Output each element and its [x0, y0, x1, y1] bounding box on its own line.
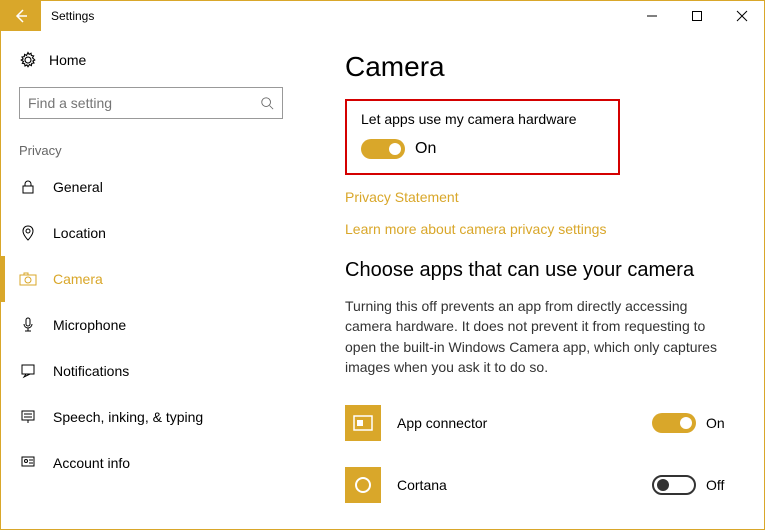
- lock-icon: [19, 179, 37, 195]
- description-text: Turning this off prevents an app from di…: [345, 296, 725, 377]
- master-toggle-state: On: [415, 140, 436, 158]
- sidebar-item-label: Account info: [53, 455, 130, 471]
- home-button[interactable]: Home: [1, 41, 301, 87]
- app-toggle-state: On: [706, 415, 734, 431]
- home-label: Home: [49, 52, 86, 68]
- maximize-button[interactable]: [674, 1, 719, 31]
- back-button[interactable]: [1, 1, 41, 31]
- window-title: Settings: [41, 1, 104, 31]
- speech-icon: [19, 409, 37, 425]
- account-icon: [19, 455, 37, 471]
- sidebar-item-camera[interactable]: Camera: [1, 256, 301, 302]
- notifications-icon: [19, 363, 37, 379]
- microphone-icon: [19, 317, 37, 333]
- sidebar-item-account[interactable]: Account info: [1, 440, 301, 486]
- sidebar-item-label: General: [53, 179, 103, 195]
- app-row-cortana: Cortana Off: [345, 461, 734, 509]
- sidebar-item-label: Speech, inking, & typing: [53, 409, 203, 425]
- section-label: Privacy: [1, 137, 301, 164]
- sidebar-item-location[interactable]: Location: [1, 210, 301, 256]
- search-input[interactable]: [28, 95, 260, 111]
- page-subheading: Choose apps that can use your camera: [345, 259, 734, 282]
- privacy-statement-link[interactable]: Privacy Statement: [345, 189, 734, 205]
- camera-icon: [19, 272, 37, 286]
- master-toggle[interactable]: [361, 139, 405, 159]
- app-name: Cortana: [397, 477, 652, 493]
- sidebar-item-notifications[interactable]: Notifications: [1, 348, 301, 394]
- sidebar-item-label: Microphone: [53, 317, 126, 333]
- app-toggle-state: Off: [706, 477, 734, 493]
- sidebar-item-label: Notifications: [53, 363, 129, 379]
- app-name: App connector: [397, 415, 652, 431]
- search-input-container[interactable]: [19, 87, 283, 119]
- close-button[interactable]: [719, 1, 764, 31]
- gear-icon: [19, 51, 37, 69]
- sidebar-item-microphone[interactable]: Microphone: [1, 302, 301, 348]
- app-row-app-connector: App connector On: [345, 399, 734, 447]
- page-heading: Camera: [345, 51, 734, 83]
- cortana-toggle[interactable]: [652, 475, 696, 495]
- location-icon: [19, 225, 37, 241]
- app-connector-toggle[interactable]: [652, 413, 696, 433]
- sidebar-item-speech[interactable]: Speech, inking, & typing: [1, 394, 301, 440]
- master-toggle-label: Let apps use my camera hardware: [361, 111, 604, 127]
- search-icon: [260, 96, 274, 110]
- titlebar-spacer: [104, 1, 629, 31]
- highlight-box: Let apps use my camera hardware On: [345, 99, 620, 175]
- sidebar-item-label: Location: [53, 225, 106, 241]
- cortana-icon: [345, 467, 381, 503]
- sidebar-item-label: Camera: [53, 271, 103, 287]
- learn-more-link[interactable]: Learn more about camera privacy settings: [345, 221, 734, 237]
- app-connector-icon: [345, 405, 381, 441]
- minimize-button[interactable]: [629, 1, 674, 31]
- sidebar-item-general[interactable]: General: [1, 164, 301, 210]
